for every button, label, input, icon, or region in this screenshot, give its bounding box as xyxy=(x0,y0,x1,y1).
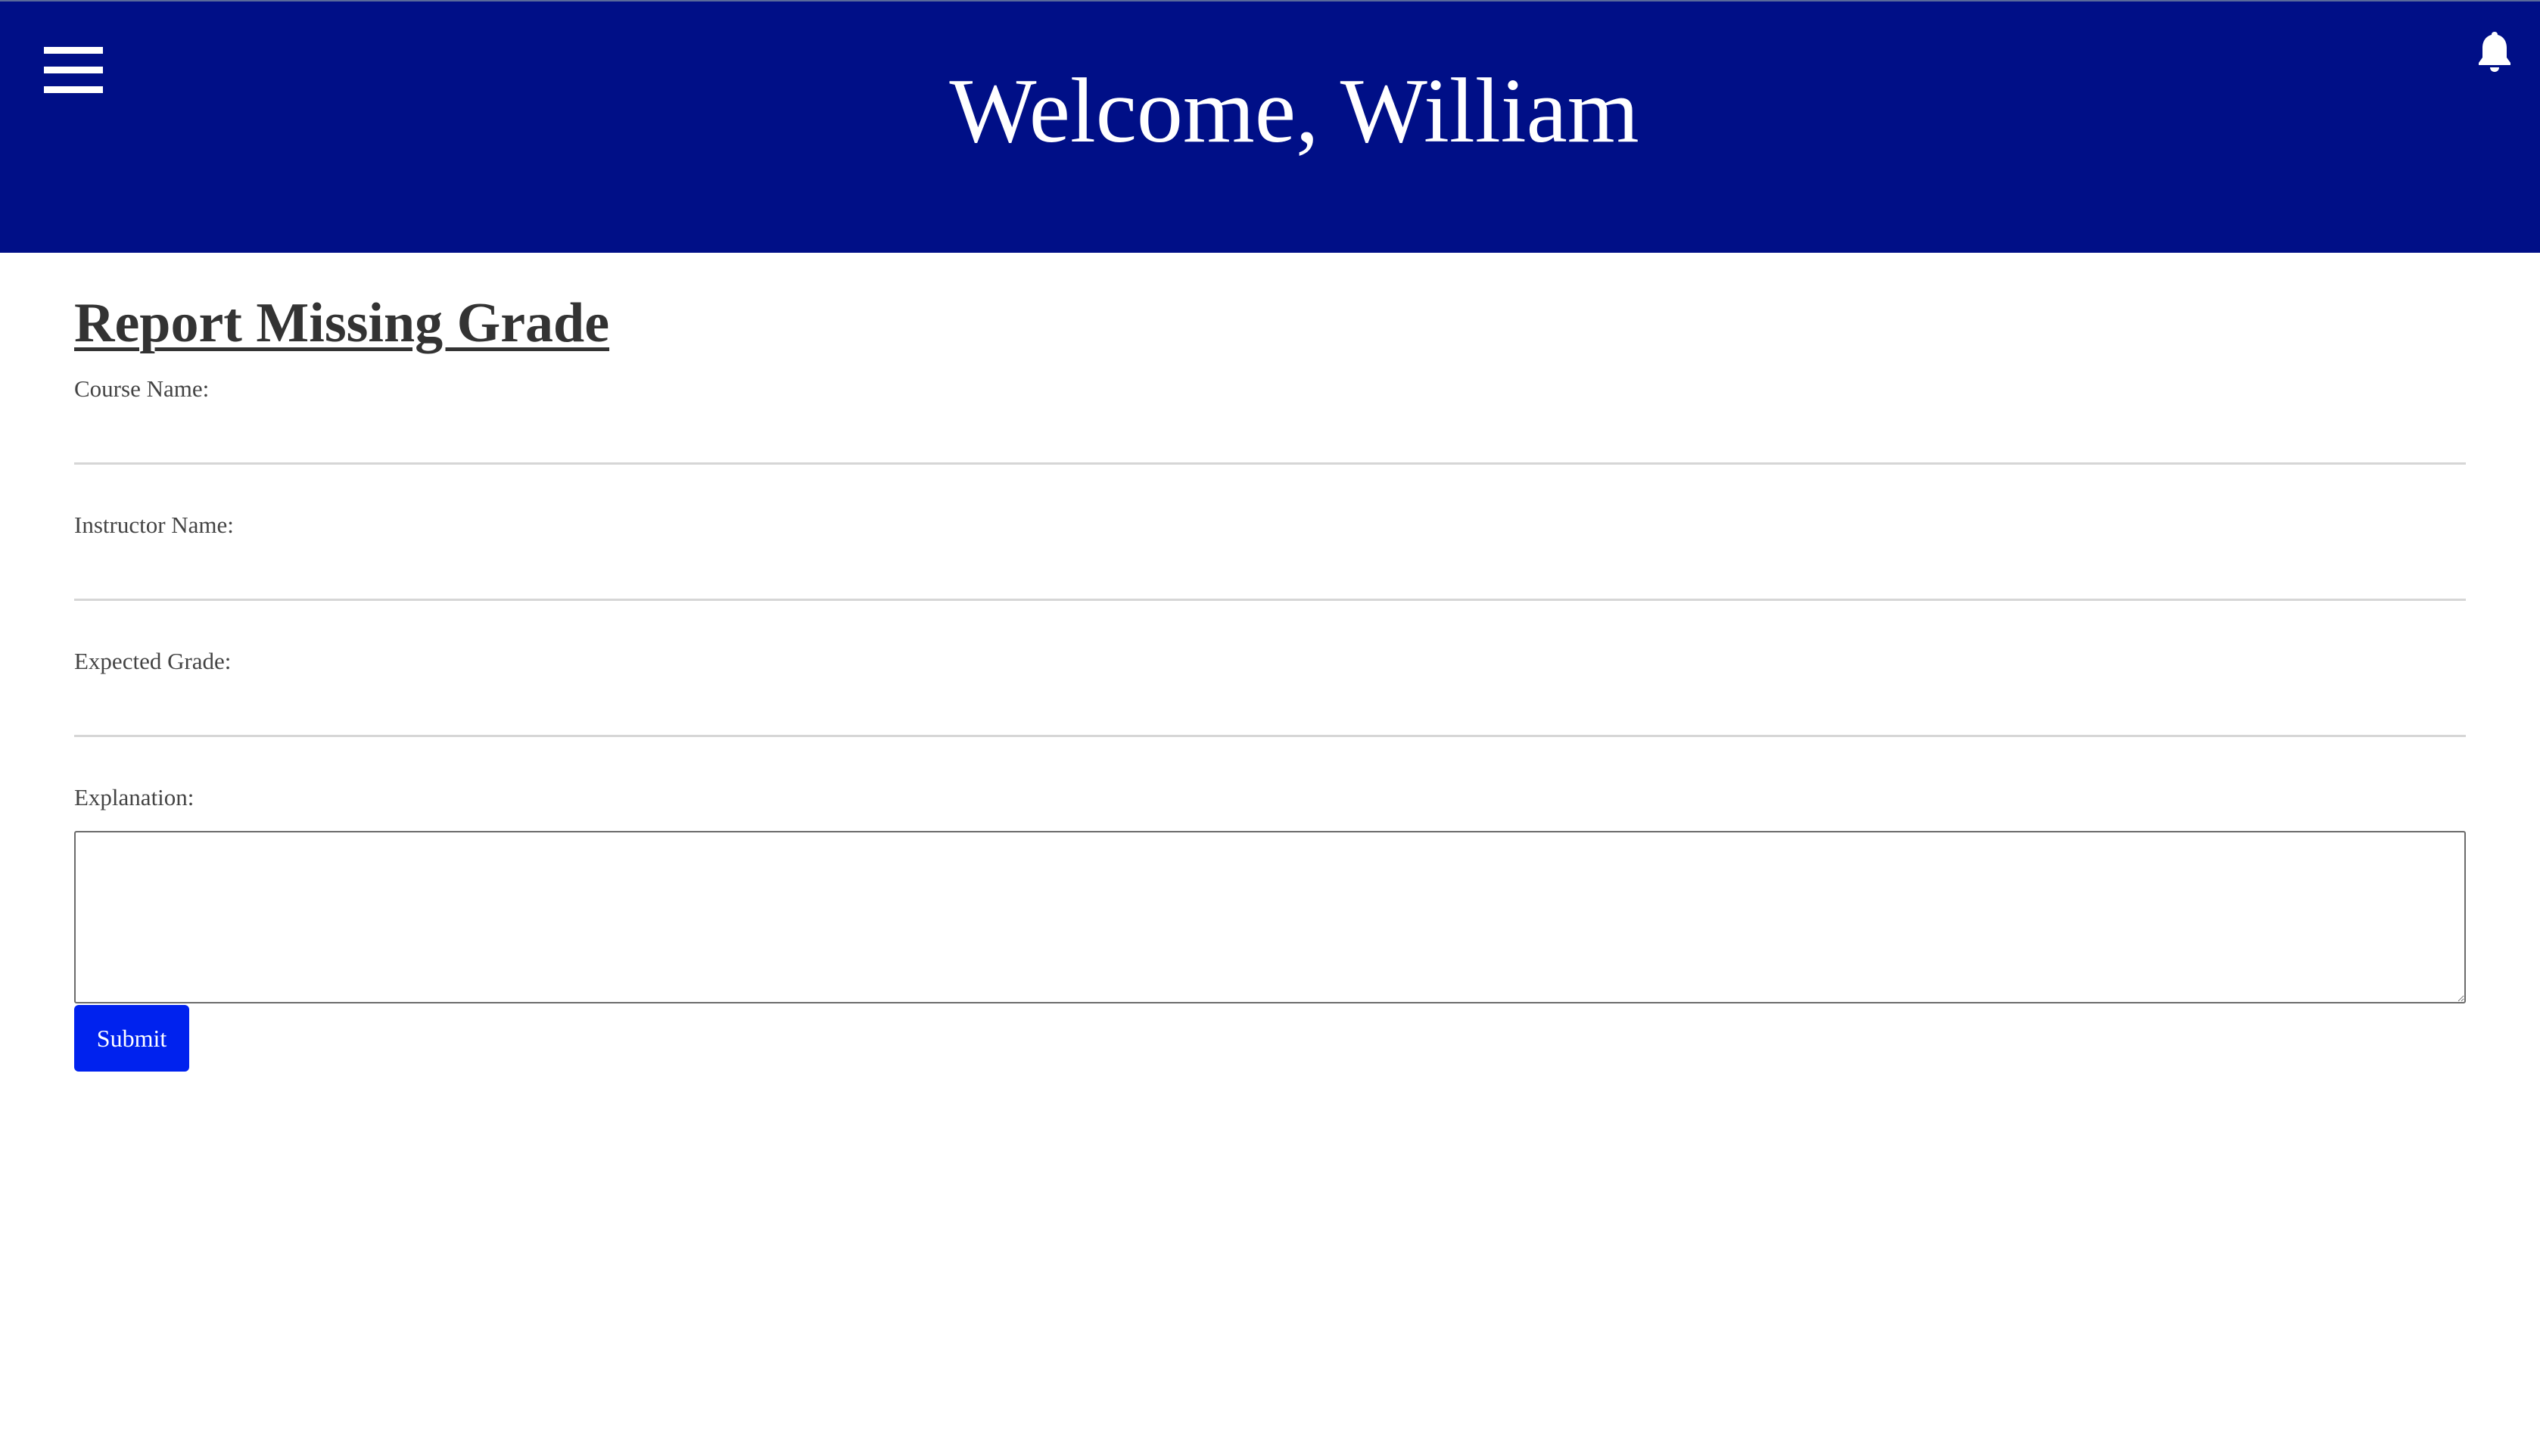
top-header-bar: Welcome, William xyxy=(0,0,2540,253)
course-name-group: Course Name: xyxy=(74,374,2466,465)
course-name-input[interactable] xyxy=(74,404,2466,465)
expected-grade-group: Expected Grade: xyxy=(74,646,2466,737)
instructor-name-input[interactable] xyxy=(74,540,2466,601)
explanation-label: Explanation: xyxy=(74,784,195,810)
submit-button[interactable]: Submit xyxy=(74,1005,189,1072)
course-name-label: Course Name: xyxy=(74,375,210,402)
explanation-group: Explanation: xyxy=(74,782,2466,1003)
instructor-name-group: Instructor Name: xyxy=(74,510,2466,601)
bell-icon[interactable] xyxy=(2476,30,2513,73)
expected-grade-input[interactable] xyxy=(74,677,2466,737)
bell-icon-graphic xyxy=(2479,32,2510,72)
welcome-title: Welcome, William xyxy=(949,60,1639,162)
form-title: Report Missing Grade xyxy=(74,292,610,354)
instructor-name-label: Instructor Name: xyxy=(74,512,234,538)
report-form: Report Missing Grade Course Name: Instru… xyxy=(74,289,2466,1072)
expected-grade-label: Expected Grade: xyxy=(74,648,232,674)
menu-line xyxy=(44,47,103,54)
explanation-textarea[interactable] xyxy=(74,831,2466,1003)
